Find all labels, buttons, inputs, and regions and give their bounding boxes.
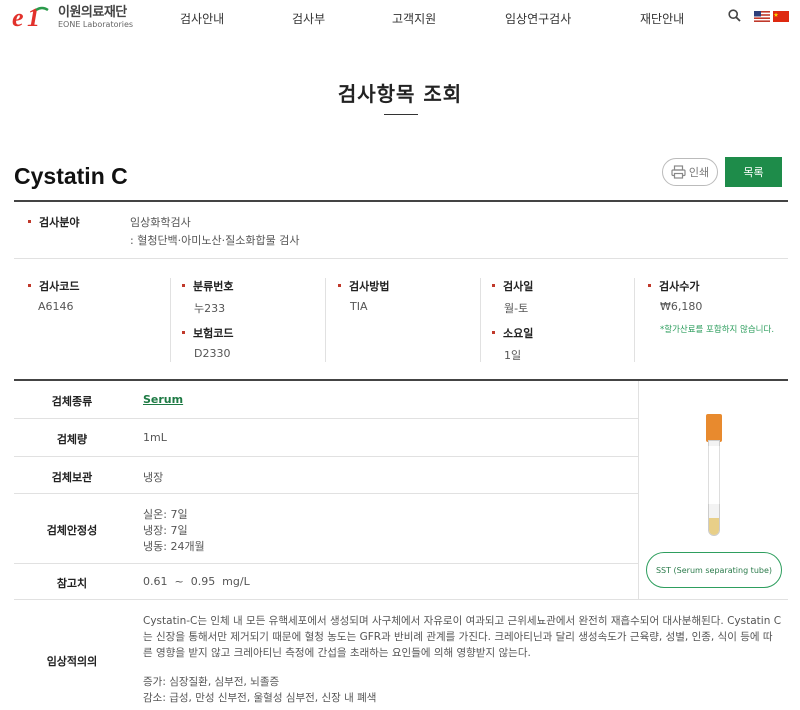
specimen-volume-value: 1mL [143, 431, 167, 444]
clinical-text-line1: Cystatin-C는 인체 내 모든 유핵세포에서 생성되며 사구체에서 자유… [143, 615, 782, 627]
column-divider [325, 278, 326, 362]
code-value: A6146 [38, 300, 74, 313]
divider [14, 599, 788, 600]
column-divider [634, 278, 635, 362]
duration-value: 1일 [504, 349, 522, 362]
test-name: Cystatin C [14, 163, 128, 189]
stability-refrigerated: 냉장: 7일 [143, 524, 188, 537]
logo[interactable]: e 1 이원의료재단 EONE Laboratories [12, 4, 133, 30]
stability-frozen: 냉동: 24개월 [143, 540, 205, 553]
fee-value: ₩6,180 [660, 300, 703, 313]
insurance-value: D2330 [194, 347, 231, 360]
divider [14, 493, 638, 494]
specimen-volume-label: 검체량 [56, 433, 88, 446]
specimen-storage-value: 냉장 [143, 471, 164, 484]
eone-logo-icon: e 1 [12, 4, 49, 30]
nav-foundation[interactable]: 재단안내 [640, 10, 684, 27]
clinical-text-line2: 는 신장을 통해서만 제거되기 때문에 혈청 농도는 GFR과 반비례 관계를 … [143, 631, 773, 643]
list-button[interactable]: 목록 [725, 157, 782, 187]
clinical-label: 임상적의의 [46, 655, 98, 668]
clinical-text-line3: 른 영향을 받지 않고 크레아티닌 측정에 간섭을 초래하는 요인들에 의해 영… [143, 647, 531, 659]
nav-test-guide[interactable]: 검사안내 [180, 10, 224, 27]
site-header: e 1 이원의료재단 EONE Laboratories 검사안내 검사부 고객… [0, 0, 800, 36]
method-value: TIA [350, 300, 368, 313]
section-rule-specimen [14, 379, 788, 381]
bullet-icon [492, 283, 495, 287]
day-value: 월-토 [504, 302, 529, 315]
nav-clinical-research[interactable]: 임상연구검사 [505, 10, 571, 27]
class-label: 분류번호 [182, 278, 233, 294]
bullet-icon [182, 330, 185, 334]
method-label: 검사방법 [338, 278, 389, 294]
specimen-type-link[interactable]: Serum [143, 393, 183, 406]
logo-korean: 이원의료재단 [58, 4, 127, 20]
bullet-icon [338, 283, 341, 287]
tube-cap [706, 414, 722, 442]
category-value-line2: : 혈청단백·아미노산·질소화합물 검사 [130, 234, 300, 247]
bullet-icon [182, 283, 185, 287]
fee-note: *할가산료를 포함하지 않습니다. [660, 325, 775, 335]
category-label: 검사분야 [28, 214, 79, 230]
specimen-storage-label: 검체보관 [51, 471, 93, 484]
china-flag-icon[interactable] [773, 11, 789, 22]
reference-range-label: 참고치 [56, 577, 88, 590]
nav-customer-support[interactable]: 고객지원 [392, 10, 436, 27]
print-button[interactable]: 인쇄 [662, 158, 718, 186]
reference-range-value: 0.61 ~ 0.95 mg/L [143, 575, 250, 588]
title-underline [384, 114, 418, 115]
bullet-icon [28, 283, 31, 287]
divider [14, 563, 638, 564]
svg-text:e: e [12, 4, 24, 30]
bullet-icon [28, 219, 31, 223]
duration-label: 소요일 [492, 325, 533, 341]
category-value-line1: 임상화학검사 [130, 216, 191, 229]
divider [14, 258, 788, 259]
us-flag-icon[interactable] [754, 11, 770, 22]
class-value: 누233 [194, 302, 226, 315]
search-icon[interactable] [728, 9, 741, 22]
code-label: 검사코드 [28, 278, 79, 294]
insurance-label: 보험코드 [182, 325, 233, 341]
tube-name-badge: SST (Serum separating tube) [646, 552, 782, 588]
bullet-icon [648, 283, 651, 287]
day-label: 검사일 [492, 278, 533, 294]
print-label: 인쇄 [688, 167, 710, 179]
printer-icon [671, 165, 686, 179]
tube-panel-divider [638, 381, 639, 599]
column-divider [480, 278, 481, 362]
clinical-increase: 증가: 심장질환, 심부전, 뇌졸증 [143, 676, 280, 688]
nav-departments[interactable]: 검사부 [292, 10, 325, 27]
divider [14, 418, 638, 419]
page-title: 검사항목 조회 [337, 82, 463, 106]
divider [14, 456, 638, 457]
clinical-decrease: 감소: 급성, 만성 신부전, 울혈성 심부전, 신장 내 폐색 [143, 692, 377, 704]
stability-room-temp: 실온: 7일 [143, 508, 188, 521]
bullet-icon [492, 330, 495, 334]
fee-label: 검사수가 [648, 278, 699, 294]
specimen-stability-label: 검체안정성 [46, 524, 98, 537]
specimen-type-label: 검체종류 [51, 395, 93, 408]
section-rule-top [14, 200, 788, 202]
tube-serum-fill [709, 518, 719, 535]
column-divider [170, 278, 171, 362]
tube-label [708, 446, 720, 504]
logo-english: EONE Laboratories [58, 19, 134, 29]
